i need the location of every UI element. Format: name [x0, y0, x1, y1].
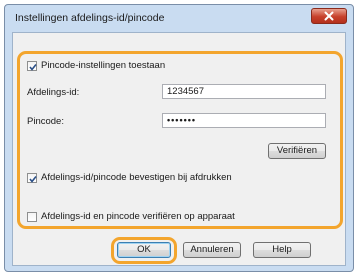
verify-device-checkbox[interactable]	[27, 212, 37, 222]
enable-pin-label: Pincode-instellingen toestaan	[41, 60, 166, 71]
confirm-print-checkbox[interactable]	[27, 173, 37, 183]
enable-pin-checkbox[interactable]	[27, 61, 37, 71]
cancel-button[interactable]: Annuleren	[183, 242, 241, 258]
dialog-window: Instellingen afdelings-id/pincode Pincod…	[4, 4, 354, 272]
dialog-body: Pincode-instellingen toestaan Afdelings-…	[12, 32, 346, 266]
confirm-print-label: Afdelings-id/pincode bevestigen bij afdr…	[41, 172, 232, 183]
pin-label: Pincode:	[27, 116, 64, 127]
settings-group-highlight	[17, 51, 343, 229]
pin-input[interactable]: •••••••	[162, 113, 326, 128]
checkmark-icon	[29, 64, 37, 71]
close-icon	[324, 11, 334, 21]
verify-button[interactable]: Verifiëren	[268, 143, 326, 159]
department-id-input[interactable]: 1234567	[162, 84, 326, 99]
dialog-title: Instellingen afdelings-id/pincode	[15, 12, 165, 24]
department-id-label: Afdelings-id:	[27, 87, 80, 98]
help-button[interactable]: Help	[253, 242, 311, 258]
close-button[interactable]	[311, 8, 347, 24]
checkmark-icon	[29, 176, 37, 183]
ok-button[interactable]: OK	[117, 242, 171, 258]
title-bar[interactable]: Instellingen afdelings-id/pincode	[5, 5, 353, 31]
verify-device-label: Afdelings-id en pincode verifiëren op ap…	[41, 211, 235, 222]
